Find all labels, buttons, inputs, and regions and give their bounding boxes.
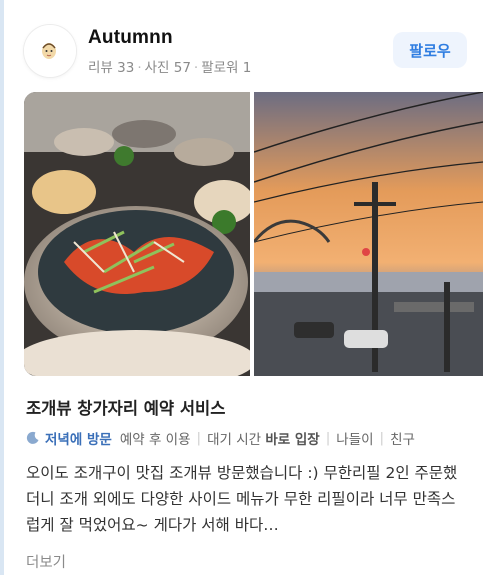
- review-header: Autumnn 리뷰 33 · 사진 57 · 팔로워 1 팔로우: [24, 22, 467, 82]
- tag-outing: 나들이: [336, 432, 374, 448]
- avatar-icon: [24, 25, 76, 77]
- visit-tags: 저녁에 방문 예약 후 이용 | 대기 시간 바로 입장 | 나들이 | 친구: [26, 428, 415, 448]
- user-name[interactable]: Autumnn: [88, 27, 173, 49]
- moon-icon: [26, 431, 39, 444]
- tag-reservation: 예약 후 이용: [119, 432, 191, 448]
- photo-sunset[interactable]: [254, 92, 483, 376]
- user-stats: 리뷰 33 · 사진 57 · 팔로워 1: [88, 60, 252, 76]
- more-link[interactable]: 더보기: [26, 551, 66, 572]
- left-accent-bar: [0, 0, 4, 575]
- sunset-photo-icon: [254, 92, 483, 376]
- tag-companion: 친구: [390, 432, 415, 448]
- photo-count: 사진 57: [144, 60, 191, 76]
- photo-gallery[interactable]: [24, 92, 483, 376]
- review-count: 리뷰 33: [88, 60, 135, 76]
- follow-button[interactable]: 팔로우: [393, 32, 467, 68]
- post-title[interactable]: 조개뷰 창가자리 예약 서비스: [26, 395, 225, 419]
- review-text[interactable]: 오이도 조개구이 맛집 조개뷰 방문했습니다 :) 무한리필 2인 주문했더니 …: [26, 460, 466, 538]
- seafood-photo-icon: [24, 92, 250, 376]
- avatar[interactable]: [24, 25, 76, 77]
- follower-count: 팔로워 1: [201, 60, 252, 76]
- photo-seafood[interactable]: [24, 92, 250, 376]
- visit-time-tag: 저녁에 방문: [45, 432, 112, 448]
- tag-wait-time: 대기 시간 바로 입장: [207, 432, 320, 448]
